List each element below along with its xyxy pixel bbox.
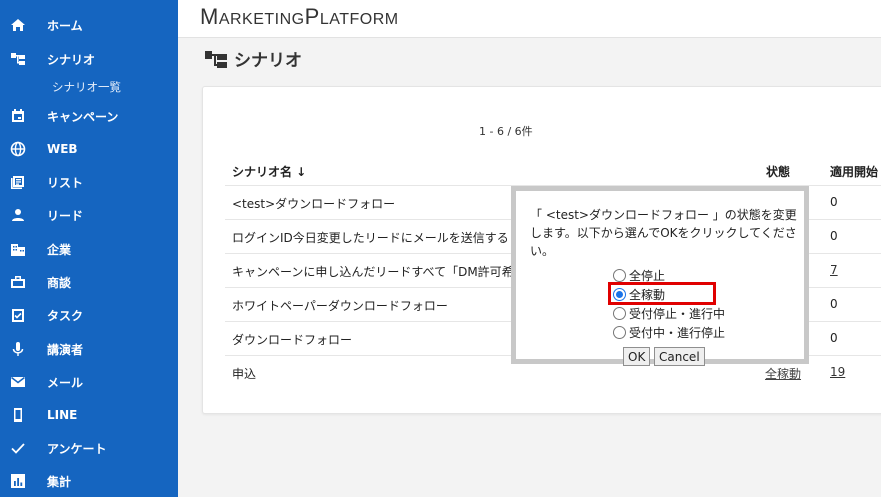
sidebar-item-deal[interactable]: 商談 (0, 267, 178, 297)
sidebar-item-campaign[interactable]: キャンペーン (0, 101, 178, 131)
status-change-dialog: 「 <test>ダウンロードフォロー 」の状態を変更します。以下から選んでOKを… (511, 186, 809, 366)
scenario-count: 0 (830, 195, 838, 209)
scenario-status-link[interactable]: 全稼動 (765, 365, 801, 382)
header: MARKETINGPLATFORM (178, 0, 881, 38)
status-option-accept-stop[interactable]: 受付停止・進行中 (613, 305, 725, 322)
home-icon (10, 17, 26, 33)
status-option-progress-stop[interactable]: 受付中・進行停止 (613, 324, 725, 341)
scenario-name[interactable]: <test>ダウンロードフォロー (232, 195, 395, 212)
sidebar-item-label: 企業 (47, 242, 72, 257)
sidebar-item-label: 講演者 (47, 342, 84, 357)
sidebar-item-scenario[interactable]: シナリオ (0, 44, 178, 74)
briefcase-icon (10, 274, 26, 290)
sidebar-subitem-scenario-list[interactable]: シナリオ一覧 (52, 79, 121, 95)
microphone-icon (10, 341, 26, 357)
radio-button[interactable] (613, 307, 626, 320)
scenario-icon (205, 50, 227, 68)
bar-chart-icon (10, 473, 26, 489)
calendar-icon (10, 108, 26, 124)
sidebar-item-task[interactable]: タスク (0, 300, 178, 330)
scenario-count: 0 (830, 297, 838, 311)
sidebar-item-survey[interactable]: アンケート (0, 433, 178, 463)
column-header-name[interactable]: シナリオ名 ↓ (232, 163, 306, 180)
scenario-count: 0 (830, 331, 838, 345)
ok-button[interactable]: OK (623, 347, 651, 366)
radio-button[interactable] (613, 269, 626, 282)
app-logo[interactable]: MARKETINGPLATFORM (200, 4, 399, 30)
sidebar-item-lead[interactable]: リード (0, 200, 178, 230)
sidebar-item-label: メール (47, 375, 84, 390)
radio-button[interactable] (613, 326, 626, 339)
scenario-name[interactable]: 申込 (232, 365, 256, 382)
phone-icon (10, 407, 26, 423)
sidebar-item-report[interactable]: 集計 (0, 466, 178, 496)
cancel-button[interactable]: Cancel (654, 347, 705, 366)
globe-icon (10, 141, 26, 157)
building-icon (10, 241, 26, 257)
check-icon (10, 440, 26, 456)
scenario-name[interactable]: ホワイトペーパーダウンロードフォロー (232, 297, 448, 314)
sidebar-item-label: リスト (47, 175, 84, 190)
column-header-status[interactable]: 状態 (766, 163, 790, 180)
column-header-start[interactable]: 適用開始 (830, 163, 878, 180)
page-title: シナリオ (204, 46, 302, 71)
sidebar-item-label: 商談 (47, 275, 72, 290)
sidebar-item-speaker[interactable]: 講演者 (0, 334, 178, 364)
selection-highlight-box (608, 282, 716, 305)
scenario-count: 0 (830, 229, 838, 243)
scenario-name[interactable]: キャンペーンに申し込んだリードすべて「DM許可希 (232, 263, 514, 280)
scenario-name[interactable]: ログインID今日変更したリードにメールを送信する (232, 229, 509, 246)
sidebar-item-label: ホーム (47, 18, 83, 33)
scenario-icon (10, 51, 26, 67)
list-icon (10, 174, 26, 190)
sidebar-item-label: LINE (47, 408, 78, 422)
sidebar-item-line[interactable]: LINE (0, 400, 178, 430)
sidebar-item-label: タスク (47, 308, 84, 323)
sidebar-item-company[interactable]: 企業 (0, 234, 178, 264)
person-icon (10, 207, 26, 223)
sidebar-item-label: WEB (47, 142, 78, 156)
mail-icon (10, 374, 26, 390)
sidebar-item-home[interactable]: ホーム (0, 10, 178, 40)
sidebar-item-label: リード (47, 208, 84, 223)
option-label: 受付中・進行停止 (629, 326, 726, 340)
scenario-count-link[interactable]: 19 (830, 365, 845, 379)
sidebar-item-mail[interactable]: メール (0, 367, 178, 397)
sidebar-item-label: 集計 (47, 474, 72, 489)
pagination-info: 1 - 6 / 6件 (479, 125, 533, 138)
option-label: 受付停止・進行中 (629, 307, 726, 321)
sidebar-item-label: シナリオ (47, 52, 96, 67)
sidebar-item-label: キャンペーン (47, 109, 119, 124)
scenario-name[interactable]: ダウンロードフォロー (232, 331, 352, 348)
dialog-message: 「 <test>ダウンロードフォロー 」の状態を変更します。以下から選んでOKを… (530, 208, 797, 258)
sidebar: ホーム シナリオ シナリオ一覧 キャンペーン WEB リスト リード 企業 商談… (0, 0, 178, 497)
page-title-text: シナリオ (234, 51, 302, 71)
sidebar-item-label: アンケート (47, 441, 107, 456)
sidebar-item-web[interactable]: WEB (0, 134, 178, 164)
task-icon (10, 307, 26, 323)
sidebar-item-list[interactable]: リスト (0, 167, 178, 197)
scenario-count-link[interactable]: 7 (830, 263, 838, 277)
